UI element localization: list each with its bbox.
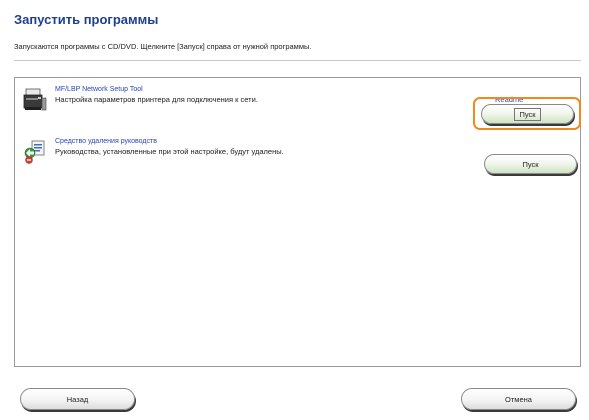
printer-icon bbox=[23, 88, 47, 111]
uninstall-icon bbox=[24, 140, 45, 164]
page-title: Запустить программы bbox=[14, 12, 159, 27]
button-label: Пуск bbox=[514, 107, 541, 121]
program-name-link[interactable]: Средство удаления руководств bbox=[55, 138, 157, 145]
divider bbox=[14, 60, 581, 61]
program-description: Руководства, установленные при этой наст… bbox=[55, 147, 284, 156]
page-subtitle: Запускаются программы с CD/DVD. Щелкните… bbox=[14, 42, 312, 51]
start-manual-uninstaller-button[interactable]: Пуск bbox=[484, 154, 577, 174]
program-row-manual-uninstaller: Средство удаления руководств Руководства… bbox=[23, 138, 563, 178]
program-name-link[interactable]: MF/LBP Network Setup Tool bbox=[55, 86, 143, 93]
start-network-setup-button[interactable]: Пуск bbox=[481, 104, 574, 124]
program-description: Настройка параметров принтера для подклю… bbox=[55, 95, 258, 104]
button-label: Пуск bbox=[522, 159, 539, 169]
cancel-button[interactable]: Отмена bbox=[461, 388, 576, 410]
back-button[interactable]: Назад bbox=[20, 388, 135, 410]
